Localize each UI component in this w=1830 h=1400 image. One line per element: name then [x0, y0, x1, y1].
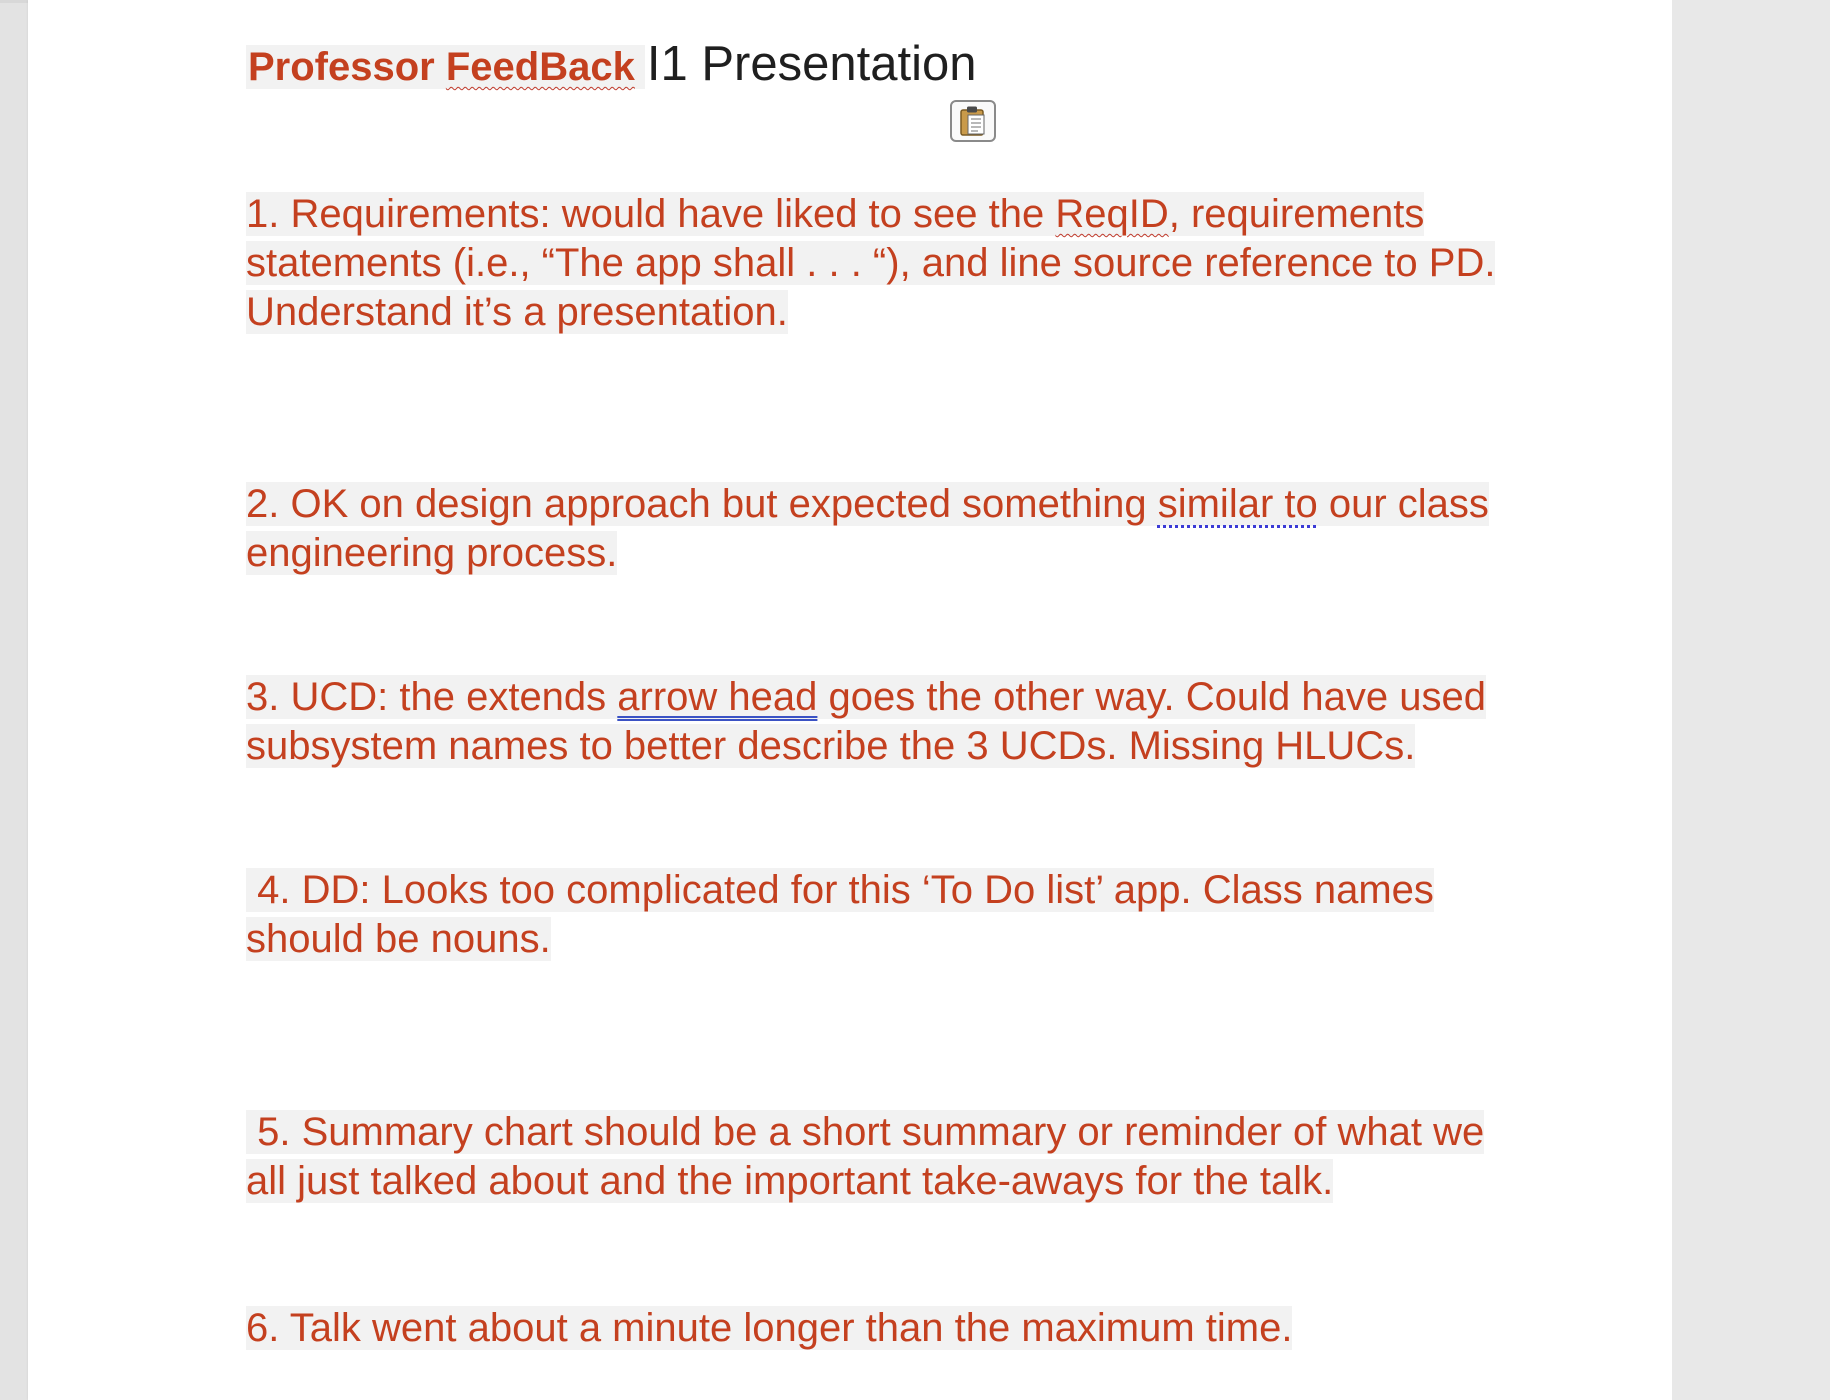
text-run: , requirements — [1168, 192, 1425, 236]
text-line: 1. Requirements: would have liked to see… — [246, 192, 1425, 236]
text-line: Understand it’s a presentation. — [246, 290, 788, 334]
clipboard-icon[interactable] — [950, 100, 996, 142]
feedback-item-talk-time[interactable]: 6. Talk went about a minute longer than … — [246, 1304, 1293, 1353]
feedback-item-requirements[interactable]: 1. Requirements: would have liked to see… — [246, 190, 1496, 337]
text-line: 5. Summary chart should be a short summa… — [246, 1110, 1485, 1154]
text-run: 1. Requirements: would have liked to see… — [246, 192, 1056, 236]
text-line: 3. UCD: the extends arrow head goes the … — [246, 675, 1486, 719]
text-line: 2. OK on design approach but expected so… — [246, 482, 1489, 526]
title-highlighted: Professor FeedBack — [246, 45, 645, 89]
text-run: 2. OK on design approach but expected so… — [246, 482, 1158, 526]
document-title[interactable]: Professor FeedBack I1 Presentation — [246, 32, 976, 99]
text-line: engineering process. — [246, 531, 618, 575]
grammar-flagged-phrase[interactable]: similar to — [1158, 482, 1318, 526]
text-run: goes the other way. Could have used — [817, 675, 1486, 719]
style-flagged-phrase[interactable]: arrow head — [617, 675, 817, 719]
text-line: subsystem names to better describe the 3… — [246, 724, 1416, 768]
spellcheck-flagged-word[interactable]: ReqID — [1055, 192, 1168, 236]
text-run: 3. UCD: the extends — [246, 675, 618, 719]
feedback-item-design-approach[interactable]: 2. OK on design approach but expected so… — [246, 480, 1489, 578]
text-line: all just talked about and the important … — [246, 1159, 1334, 1203]
text-line: should be nouns. — [246, 917, 551, 961]
feedback-item-summary[interactable]: 5. Summary chart should be a short summa… — [246, 1108, 1485, 1206]
text-run: our class — [1317, 482, 1489, 526]
feedback-item-dd[interactable]: 4. DD: Looks too complicated for this ‘T… — [246, 866, 1434, 964]
text-line: 6. Talk went about a minute longer than … — [246, 1306, 1293, 1350]
text-line: 4. DD: Looks too complicated for this ‘T… — [246, 868, 1434, 912]
right-margin-area — [1672, 0, 1830, 1400]
spellcheck-flagged-word[interactable]: FeedBack — [446, 45, 635, 89]
left-gutter — [0, 0, 28, 1400]
document-page[interactable]: Professor FeedBack I1 Presentation 1. Req… — [28, 0, 1672, 1400]
title-prefix: Professor — [248, 45, 435, 89]
text-line: statements (i.e., “The app shall . . . “… — [246, 241, 1496, 285]
title-rest: I1 Presentation — [646, 37, 977, 91]
feedback-item-ucd[interactable]: 3. UCD: the extends arrow head goes the … — [246, 673, 1486, 771]
